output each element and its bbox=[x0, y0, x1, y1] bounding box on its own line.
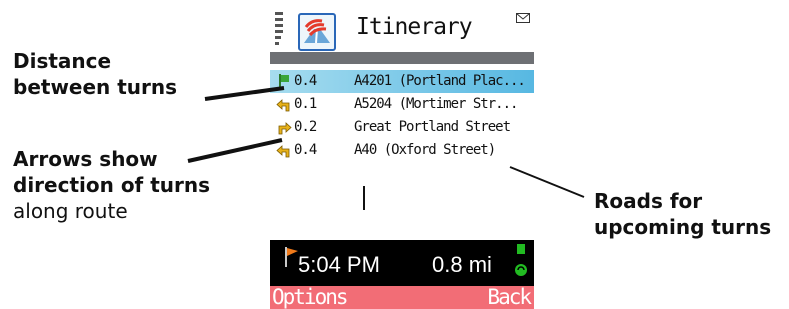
pointer-roads bbox=[509, 166, 585, 198]
pointer-arrows bbox=[187, 138, 283, 163]
callout-pointers bbox=[187, 86, 585, 198]
pointer-distance bbox=[204, 86, 285, 101]
